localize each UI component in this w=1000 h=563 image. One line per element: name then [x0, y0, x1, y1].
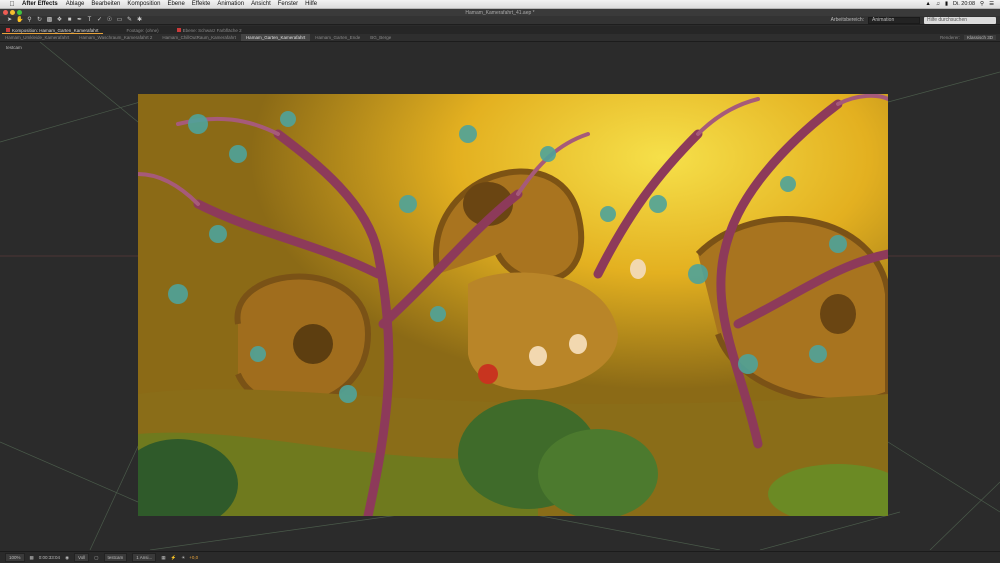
comp-tab-chillout[interactable]: Hamam_ChillOutRaum_Kamerafahrt [157, 34, 241, 41]
zoom-tool-icon[interactable]: ⚲ [26, 17, 33, 24]
minimize-window-button[interactable] [10, 10, 15, 15]
menu-ablage[interactable]: Ablage [66, 1, 85, 7]
composition-frame[interactable] [138, 94, 888, 516]
mask-tool-icon[interactable]: ■ [66, 17, 73, 24]
notification-icon[interactable]: ☰ [989, 1, 994, 7]
camera-label: testcam [6, 45, 22, 50]
menu-animation[interactable]: Animation [217, 1, 244, 7]
apple-icon[interactable]:  [8, 1, 16, 8]
magnification-select[interactable]: 100% [5, 553, 25, 562]
viewer-panel-tabs: Komposition: Hamam_Garten_Kamerafahrt Fo… [0, 26, 1000, 34]
text-tool-icon[interactable]: T [86, 17, 93, 24]
status-area: ▲ ♫ ▮ Di. 20:08 ⚲ ☰ [925, 1, 994, 7]
rotate-tool-icon[interactable]: ↻ [36, 17, 43, 24]
tab-layer[interactable]: Ebene: Schwarz Farbfläche 2 [173, 27, 246, 34]
menu-bearbeiten[interactable]: Bearbeiten [91, 1, 120, 7]
toggle-pixel-icon[interactable]: ▦ [161, 555, 165, 561]
viewer-footer: 100% ▩ 0:00:33:04 ◉ Voll ▢ testcam 1 Ans… [0, 551, 1000, 563]
eraser-tool-icon[interactable]: ▭ [116, 17, 123, 24]
menu-ebene[interactable]: Ebene [167, 1, 184, 7]
renderer-label: Renderer: [939, 35, 960, 40]
view-layout-select[interactable]: 1 Ansi... [132, 553, 157, 562]
tools-panel: ➤ ✋ ⚲ ↻ ▩ ❖ ■ ✒ T ✓ ☉ ▭ ✎ ✱ Arbeitsberei… [0, 16, 1000, 25]
composition-tabs: Hamam_Umkleide_Kamerafahrt Hamam_Waschra… [0, 34, 1000, 42]
exposure-value[interactable]: +0,0 [189, 555, 198, 560]
hand-tool-icon[interactable]: ✋ [16, 17, 23, 24]
clone-tool-icon[interactable]: ☉ [106, 17, 113, 24]
window-titlebar: Hamam_Kamerafahrt_41.aep * [0, 9, 1000, 16]
puppet-tool-icon[interactable]: ✱ [136, 17, 143, 24]
lock-icon [6, 28, 10, 33]
workspace-label: Arbeitsbereich: [830, 17, 864, 23]
renderer-select[interactable]: Klassisch 3D [963, 35, 996, 40]
comp-tab-garten-ende[interactable]: Hamam_Garten_Ende [310, 34, 365, 41]
pen-tool-icon[interactable]: ✒ [76, 17, 83, 24]
menu-ansicht[interactable]: Ansicht [251, 1, 271, 7]
app-menu[interactable]: After Effects [22, 1, 58, 7]
menu-fenster[interactable]: Fenster [278, 1, 298, 7]
roto-tool-icon[interactable]: ✎ [126, 17, 133, 24]
volume-icon[interactable]: ♫ [936, 1, 940, 7]
snapshot-icon[interactable]: ▩ [30, 555, 34, 561]
help-search-input[interactable]: Hilfe durchsuchen [924, 16, 996, 24]
camera-snapshot-icon[interactable]: ◉ [65, 555, 69, 561]
fast-preview-icon[interactable]: ⚡ [171, 555, 177, 561]
menubar:  After Effects Ablage Bearbeiten Kompos… [0, 0, 1000, 9]
timecode[interactable]: 0:00:33:04 [39, 555, 60, 560]
region-of-interest-icon[interactable]: ▢ [94, 555, 98, 561]
brush-tool-icon[interactable]: ✓ [96, 17, 103, 24]
exposure-icon[interactable]: ☀ [181, 555, 185, 561]
menu-hilfe[interactable]: Hilfe [305, 1, 317, 7]
tab-footage[interactable]: Footage: (ohne) [123, 27, 163, 34]
comp-tab-bg-berge[interactable]: BG_Berge [365, 34, 396, 41]
zoom-window-button[interactable] [17, 10, 22, 15]
window-controls [3, 10, 22, 15]
layer-color-icon [176, 28, 181, 33]
menu-komposition[interactable]: Komposition [127, 1, 160, 7]
painting-illustration [138, 94, 888, 516]
resolution-select[interactable]: Voll [74, 553, 90, 562]
selection-tool-icon[interactable]: ➤ [6, 17, 13, 24]
workspace-select[interactable]: Animation [868, 16, 920, 24]
pan-behind-tool-icon[interactable]: ❖ [56, 17, 63, 24]
wifi-icon[interactable]: ▲ [925, 1, 930, 7]
close-window-button[interactable] [3, 10, 8, 15]
menu-effekte[interactable]: Effekte [192, 1, 211, 7]
window-title: Hamam_Kamerafahrt_41.aep * [465, 9, 535, 16]
camera-tool-icon[interactable]: ▩ [46, 17, 53, 24]
comp-tab-umkleide[interactable]: Hamam_Umkleide_Kamerafahrt [0, 34, 74, 41]
comp-tab-garten[interactable]: Hamam_Garten_Kamerafahrt [240, 34, 311, 41]
active-camera-select[interactable]: testcam [103, 553, 128, 562]
tab-composition[interactable]: Komposition: Hamam_Garten_Kamerafahrt [2, 27, 103, 34]
composition-viewer[interactable]: testcam [0, 42, 1000, 550]
battery-icon[interactable]: ▮ [945, 1, 948, 7]
search-icon[interactable]: ⚲ [980, 1, 984, 7]
clock[interactable]: Di. 20:08 [953, 1, 975, 7]
comp-tab-waschraum[interactable]: Hamam_Waschraum_Kamerafahrt 2 [74, 34, 157, 41]
